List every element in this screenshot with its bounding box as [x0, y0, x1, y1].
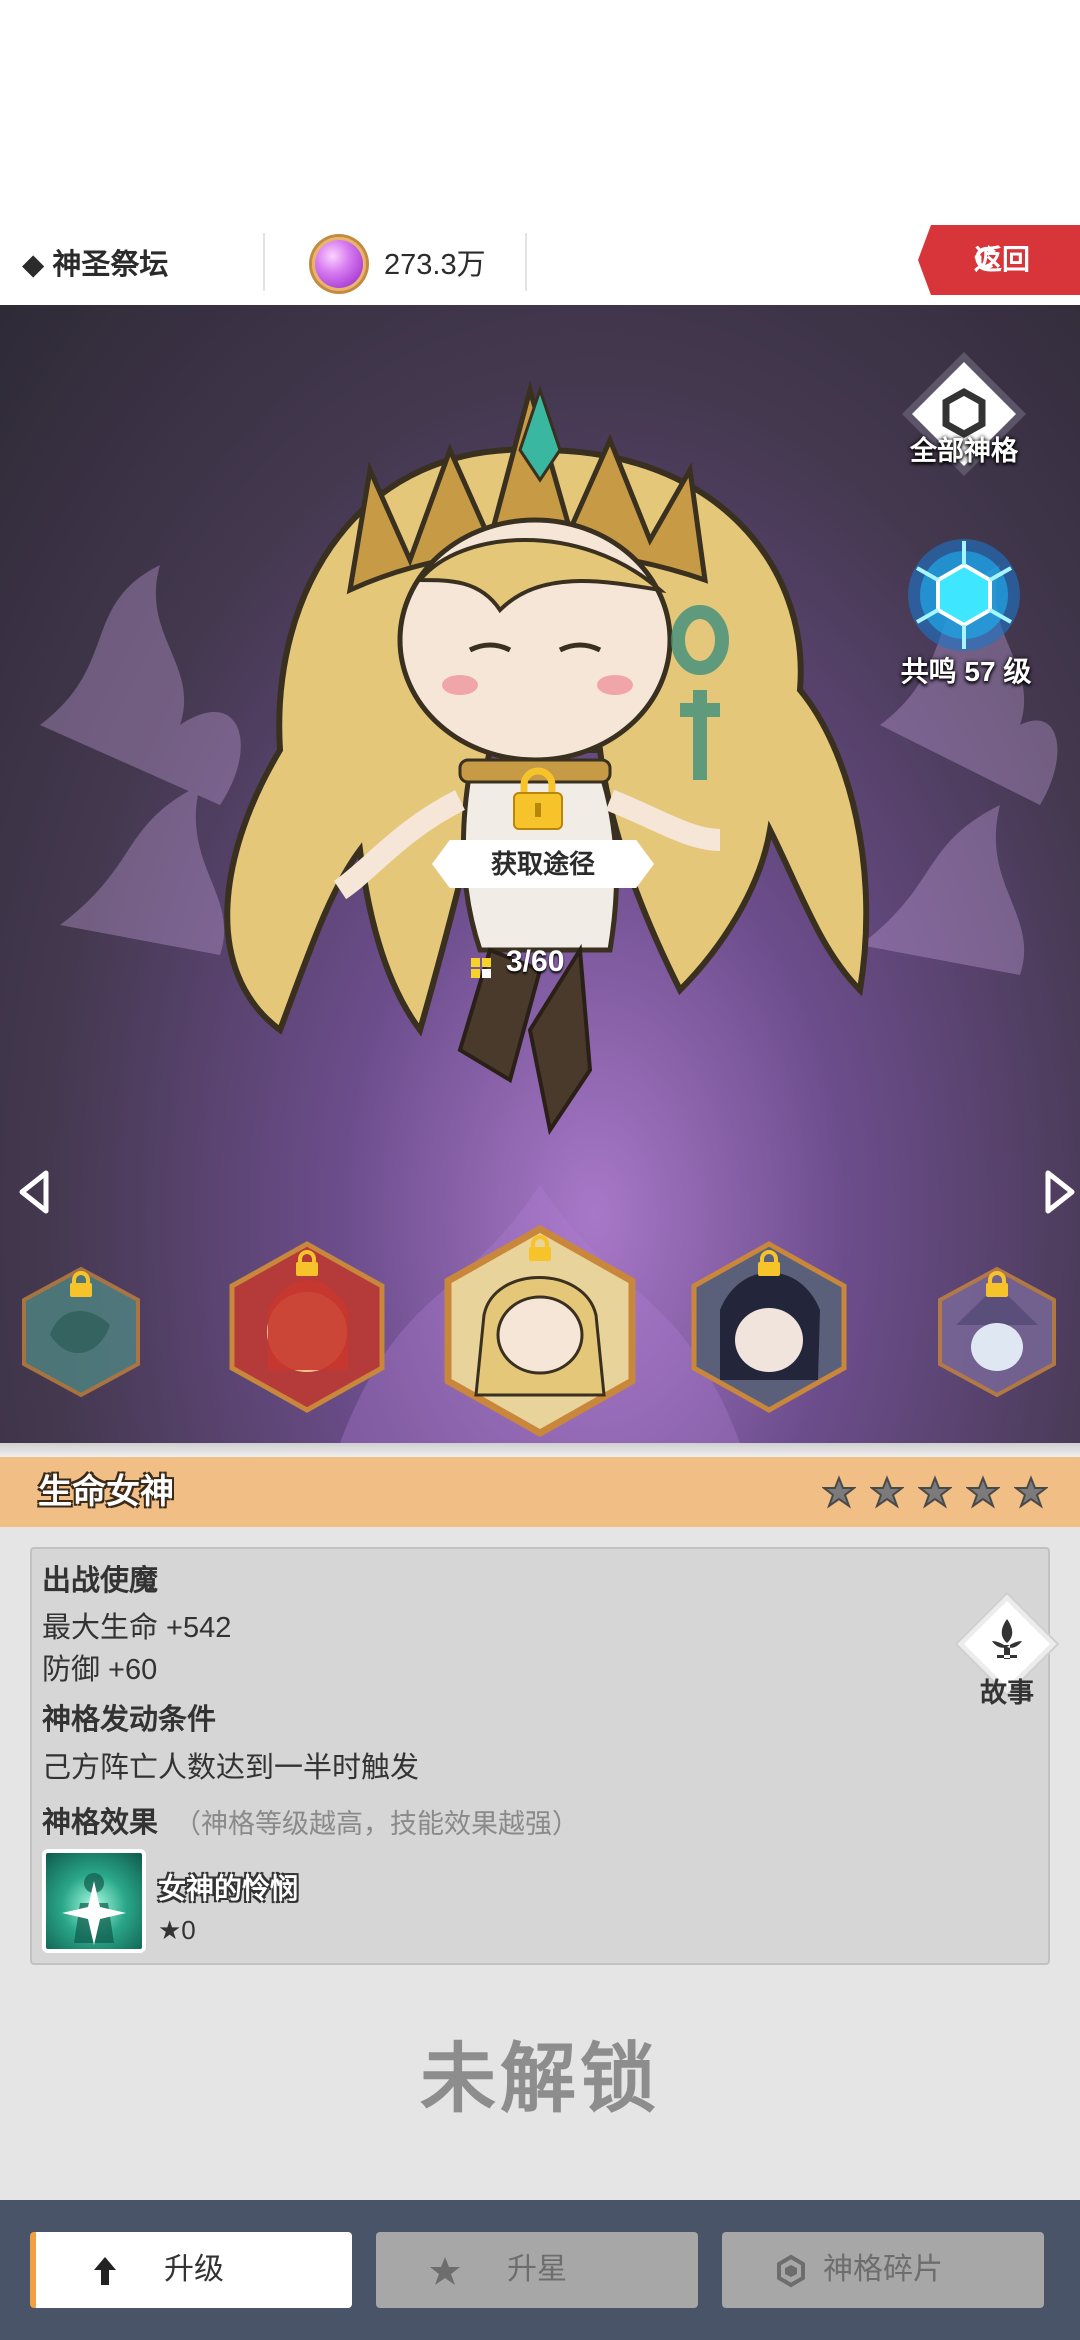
story-label: 故事 — [980, 1678, 1034, 1708]
life-goddess-portrait[interactable] — [444, 1225, 636, 1437]
star-icon — [1014, 1475, 1048, 1509]
dragon-god-portrait[interactable] — [20, 1265, 142, 1399]
god-name: 生命女神 — [38, 1473, 174, 1511]
upgrade-label: 升级 — [164, 2253, 224, 2286]
dark-goddess-portrait[interactable] — [690, 1240, 848, 1414]
god-name-bar: 生命女神 — [0, 1457, 1080, 1527]
stat-def: 防御 +60 — [42, 1654, 158, 1686]
god-fragments-button[interactable]: 神格碎片 — [722, 2232, 1044, 2308]
locked-status: 未解锁 — [420, 2037, 660, 2122]
next-arrow-icon[interactable] — [1040, 1167, 1080, 1217]
star-up-button[interactable]: 升星 — [376, 2232, 698, 2308]
return-arrow-icon — [975, 245, 996, 269]
currency-amount: 273.3万 — [384, 249, 486, 281]
bottom-action-bar: 升级 升星 神格碎片 — [0, 2200, 1080, 2340]
previous-arrow-icon[interactable] — [14, 1167, 54, 1217]
altar-title: ◆ 神圣祭坛 — [22, 249, 169, 281]
divider — [263, 233, 265, 291]
trigger-title: 神格发动条件 — [42, 1704, 217, 1736]
fragment-count: 3/60 — [506, 945, 565, 978]
all-gods-label: 全部神格 — [910, 436, 1018, 466]
star-icon — [966, 1475, 1000, 1509]
resonance-crystal-icon[interactable] — [904, 535, 1024, 655]
star-up-label: 升星 — [507, 2253, 567, 2286]
star-icon — [918, 1475, 952, 1509]
star-icon — [870, 1475, 904, 1509]
details-panel: 出战使魔 最大生命 +542 防御 +60 神格发动条件 己方阵亡人数达到一半时… — [0, 1527, 1080, 2200]
resonance-level: 共鸣 57 级 — [900, 656, 1032, 687]
acquire-method-button[interactable]: 获取途径 — [432, 840, 654, 888]
skill-icon[interactable] — [42, 1849, 146, 1953]
god-stage: 获取途径 3/60 全部神格 共鸣 57 级 — [0, 305, 1080, 1443]
ice-mage-portrait[interactable] — [936, 1265, 1058, 1399]
stage-divider — [0, 1443, 1080, 1457]
battle-title: 出战使魔 — [42, 1565, 159, 1597]
soul-orb-icon — [312, 237, 366, 291]
flame-god-portrait[interactable] — [228, 1240, 386, 1414]
lock-icon — [513, 767, 563, 830]
skill-name: 女神的怜悯 — [158, 1873, 299, 1904]
god-fragments-label: 神格碎片 — [823, 2253, 943, 2286]
stat-hp: 最大生命 +542 — [42, 1612, 232, 1644]
effect-title: 神格效果 — [42, 1807, 159, 1839]
star-icon — [822, 1475, 856, 1509]
god-details-card: 出战使魔 最大生命 +542 防御 +60 神格发动条件 己方阵亡人数达到一半时… — [30, 1547, 1060, 1965]
divider — [525, 233, 527, 291]
upgrade-button[interactable]: 升级 — [30, 2232, 352, 2308]
trigger-text: 己方阵亡人数达到一半时触发 — [42, 1752, 420, 1784]
fragment-icon — [471, 958, 491, 978]
top-bar: ◆ 神圣祭坛 273.3万 返回 — [0, 225, 1080, 305]
goddess-mercy-icon — [62, 1873, 126, 1945]
effect-hint: （神格等级越高，技能效果越强） — [174, 1809, 579, 1839]
skill-level: ★0 — [158, 1915, 196, 1945]
